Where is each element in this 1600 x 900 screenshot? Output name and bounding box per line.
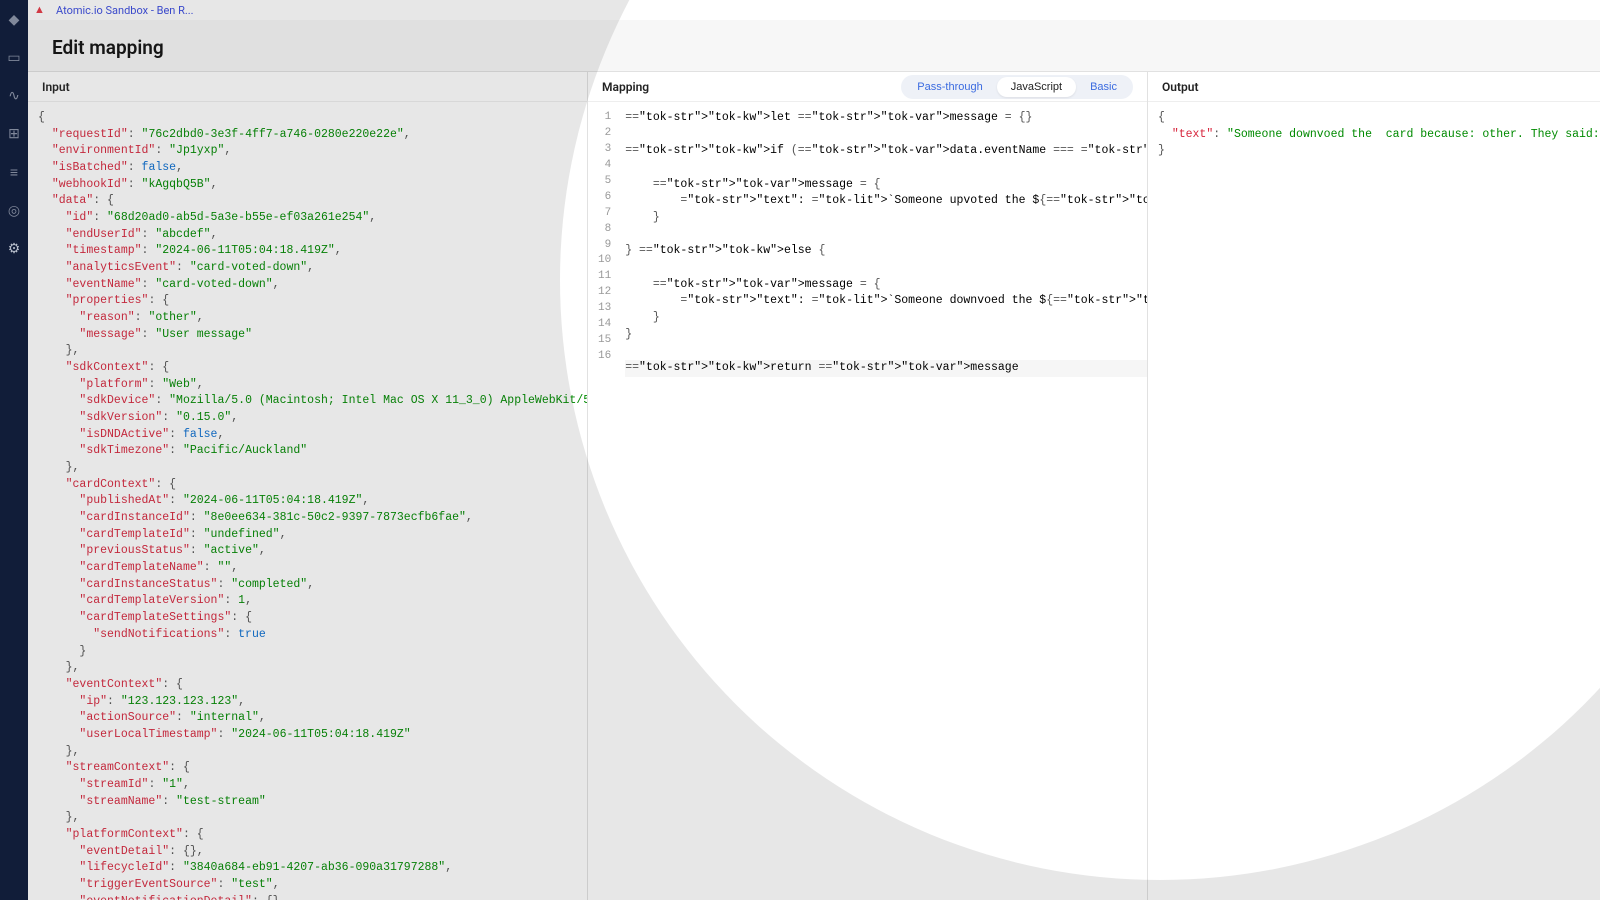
analytics-icon[interactable]: ⊞ [8, 126, 20, 142]
mapping-mode-segmented-control: Pass-through JavaScript Basic [901, 75, 1133, 99]
output-code-viewer: { "text": "Someone downvoed the card bec… [1148, 102, 1600, 900]
mapping-pane-label: Mapping [602, 80, 649, 94]
nav-sidebar: ◆ ▭ ∿ ⊞ ≡ ◎ ⚙ [0, 0, 28, 900]
brand-icon: ▲ [34, 3, 48, 17]
breadcrumb[interactable]: Atomic.io Sandbox - Ben R... [56, 4, 194, 17]
output-pane-header: Output [1148, 72, 1600, 102]
output-pane: Output { "text": "Someone downvoed the c… [1148, 72, 1600, 900]
edit-mapping-modal: Edit mapping Input { "requestId": "76c2d… [28, 20, 1600, 900]
flows-icon[interactable]: ∿ [8, 88, 20, 104]
config-icon[interactable]: ⚙ [8, 241, 21, 257]
output-pane-label: Output [1162, 80, 1198, 94]
input-code-editor[interactable]: { "requestId": "76c2dbd0-3e3f-4ff7-a746-… [28, 102, 587, 900]
modal-title: Edit mapping [28, 20, 1600, 71]
home-icon[interactable]: ◆ [9, 12, 20, 28]
top-strip: ▲ Atomic.io Sandbox - Ben R... [28, 0, 1600, 20]
mapping-pane: Mapping Pass-through JavaScript Basic 12… [588, 72, 1148, 900]
panes-container: Input { "requestId": "76c2dbd0-3e3f-4ff7… [28, 71, 1600, 900]
cards-icon[interactable]: ▭ [7, 50, 20, 66]
tab-passthrough[interactable]: Pass-through [903, 77, 996, 97]
tab-javascript[interactable]: JavaScript [997, 77, 1076, 97]
settings-icon[interactable]: ◎ [8, 203, 20, 219]
mapping-code-editor[interactable]: 12345678910111213141516 =="tok-str">"tok… [588, 102, 1147, 900]
input-pane: Input { "requestId": "76c2dbd0-3e3f-4ff7… [28, 72, 588, 900]
insights-icon[interactable]: ≡ [10, 164, 18, 181]
mapping-pane-header: Mapping Pass-through JavaScript Basic [588, 72, 1147, 102]
tab-basic[interactable]: Basic [1076, 77, 1131, 97]
input-pane-label: Input [42, 80, 70, 94]
input-pane-header: Input [28, 72, 587, 102]
